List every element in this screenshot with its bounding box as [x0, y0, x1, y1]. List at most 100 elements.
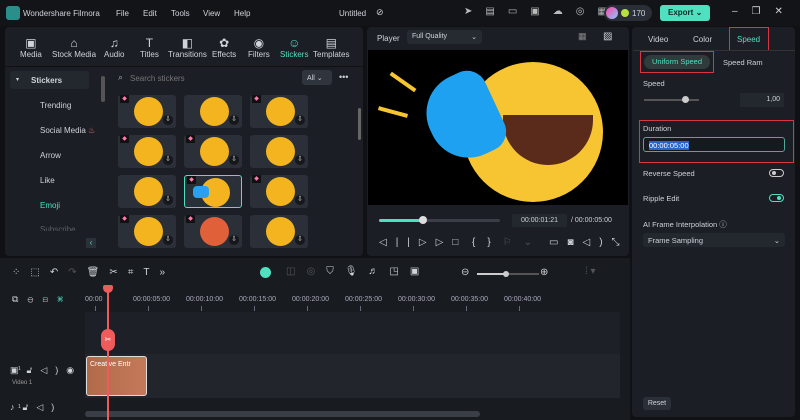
download-icon[interactable]: ⇩ [295, 235, 305, 245]
collapse-sidebar-button[interactable]: ‹ [86, 238, 96, 248]
track-tools[interactable]: ⧉⊖⊟⌘ [12, 294, 72, 305]
tab-stock-media[interactable]: ⌂ Stock Media [52, 36, 96, 59]
sticker-tile[interactable]: ◆ ⇩ [118, 95, 176, 128]
record-icon[interactable]: ◫ [286, 266, 306, 277]
sticker-tile[interactable]: ◆ ⇩ [118, 215, 176, 248]
sticker-tile[interactable]: ⇩ [250, 215, 308, 248]
frame-interpolation-select[interactable]: Frame Sampling ⌄ [643, 233, 785, 247]
tab-stickers[interactable]: ☺ Stickers [280, 36, 308, 59]
mark-in-icon[interactable]: { [472, 237, 487, 248]
download-icon[interactable]: ⇩ [295, 115, 305, 125]
zoom-out-icon[interactable]: ⊖ [461, 267, 469, 278]
sidebar-item-trending[interactable]: Trending [40, 101, 71, 110]
select-icon[interactable]: ⬚ [30, 267, 49, 278]
play-icon[interactable]: ▷ [436, 237, 453, 248]
mute-icon[interactable]: ◁) [36, 402, 62, 412]
display-icon[interactable]: ▭ [549, 237, 567, 248]
link-icon[interactable]: ⊖ [27, 294, 42, 304]
render-icon[interactable]: ◎ [306, 266, 326, 277]
speed-value[interactable]: 1,00 [740, 93, 784, 107]
fullscreen-icon[interactable]: ⤡ [612, 237, 629, 248]
toolbar-icons[interactable]: ➤▤▭▣☁◎▦ [464, 6, 620, 17]
audio-edit-icon[interactable]: ♬ [368, 266, 389, 277]
eye-icon[interactable]: ◉ [66, 365, 82, 375]
playback-handle[interactable] [418, 216, 427, 224]
tab-transitions[interactable]: ◧ Transitions [168, 36, 207, 59]
reset-button[interactable]: Reset [643, 397, 671, 410]
current-time[interactable]: 00:00:01:21 [512, 214, 567, 227]
lock-icon[interactable]: 🔓︎ [27, 365, 41, 375]
playhead[interactable] [107, 288, 109, 420]
more-icon[interactable]: » [159, 267, 175, 278]
sticker-tile[interactable]: ◆ ⇩ [184, 215, 242, 248]
avatar[interactable] [606, 7, 618, 19]
snapshot-icon[interactable]: ▨ [603, 31, 612, 42]
mic-icon[interactable]: 🎙 [345, 266, 369, 277]
menu-edit[interactable]: Edit [143, 9, 157, 18]
search-input[interactable] [130, 71, 290, 85]
more-options-icon[interactable]: ••• [339, 72, 348, 82]
pip-icon[interactable]: ◳ [389, 266, 409, 277]
reverse-speed-toggle[interactable] [769, 169, 784, 177]
quality-select[interactable]: Full Quality ⌄ [407, 30, 482, 44]
undo-icon[interactable]: ↶ [50, 267, 68, 278]
mute-icon[interactable]: ◁) [40, 365, 66, 375]
zoom-handle[interactable] [503, 270, 509, 277]
tab-audio[interactable]: ♫ Audio [104, 36, 124, 59]
grid-view-icon[interactable]: ▦ [578, 31, 587, 42]
timeline-ruler[interactable]: 00:00 00:00:05:00 00:00:10:00 00:00:15:00 00… [85, 296, 620, 312]
ai-assistant-icon[interactable] [260, 267, 271, 278]
sticker-tile[interactable]: ◆ ⇩ [250, 175, 308, 208]
cut-icon[interactable]: ✂ [109, 267, 127, 278]
credits-badge[interactable]: 170 [604, 5, 652, 21]
ripple-edit-toggle[interactable] [769, 194, 784, 202]
timeline-toolbar-left[interactable]: ⁘⬚↶↷🗑✂⌗T» [12, 267, 175, 278]
tab-titles[interactable]: T Titles [140, 36, 159, 59]
snap-icon[interactable]: ⊟ [42, 294, 57, 304]
tab-effects[interactable]: ✿ Effects [212, 36, 236, 59]
sidebar-item-like[interactable]: Like [40, 176, 55, 185]
marker-icon[interactable]: ⚐⌄ [503, 237, 544, 248]
tab-color[interactable]: Color [693, 35, 712, 44]
menu-view[interactable]: View [203, 9, 220, 18]
tab-video[interactable]: Video [648, 35, 668, 44]
speed-ramping-tab[interactable]: Speed Ram [723, 58, 763, 67]
menu-file[interactable]: File [116, 9, 129, 18]
playback-slider[interactable] [379, 216, 500, 224]
split-scissors-icon[interactable]: ✂ [101, 329, 115, 351]
download-icon[interactable]: ⇩ [229, 115, 239, 125]
shield-icon[interactable]: ⛉ [326, 266, 345, 277]
video-clip[interactable]: Creative Entr [86, 356, 147, 396]
tab-templates[interactable]: ▤ Templates [313, 36, 349, 59]
download-icon[interactable]: ⇩ [163, 195, 173, 205]
sticker-tile[interactable]: ⇩ [118, 175, 176, 208]
menu-help[interactable]: Help [234, 9, 250, 18]
help-icon[interactable]: ⓘ [719, 220, 727, 229]
sticker-tile[interactable]: ◆ ⇩ [250, 95, 308, 128]
download-icon[interactable]: ⇩ [295, 155, 305, 165]
zoom-in-icon[interactable]: ⊕ [540, 267, 548, 278]
sticker-tile[interactable]: ◆ ⇩ [118, 135, 176, 168]
download-icon[interactable]: ⇩ [163, 155, 173, 165]
filter-select[interactable]: All ⌄ [302, 70, 332, 85]
timeline-toolbar-right[interactable]: ◫◎⛉🎙♬◳▣ [286, 266, 430, 277]
menu-tools[interactable]: Tools [171, 9, 190, 18]
timeline-scrollbar[interactable] [85, 411, 480, 417]
export-button[interactable]: Export ⌄ [660, 5, 710, 21]
layout-icon[interactable]: ⁘ [12, 267, 30, 278]
redo-icon[interactable]: ↷ [68, 267, 86, 278]
sidebar-scrollbar[interactable] [101, 76, 105, 102]
download-icon[interactable]: ⇩ [163, 235, 173, 245]
download-icon[interactable]: ⇩ [229, 155, 239, 165]
text-icon[interactable]: T [143, 267, 159, 278]
duration-input[interactable]: 00:00:05:00 [643, 137, 785, 152]
next-frame-icon[interactable]: |▷ [407, 237, 435, 248]
prev-frame-icon[interactable]: ◁| [379, 237, 407, 248]
sticker-tile[interactable]: ⇩ [250, 135, 308, 168]
magnet-icon[interactable]: ⌘ [57, 294, 72, 304]
timeline-settings-icon[interactable]: ⁞ ▾ [585, 266, 596, 277]
sticker-tile[interactable]: ⇩ [184, 95, 242, 128]
window-controls[interactable]: –❐✕ [732, 6, 797, 17]
camera-icon[interactable]: ◙ [567, 237, 582, 248]
zoom-slider[interactable] [477, 270, 539, 277]
